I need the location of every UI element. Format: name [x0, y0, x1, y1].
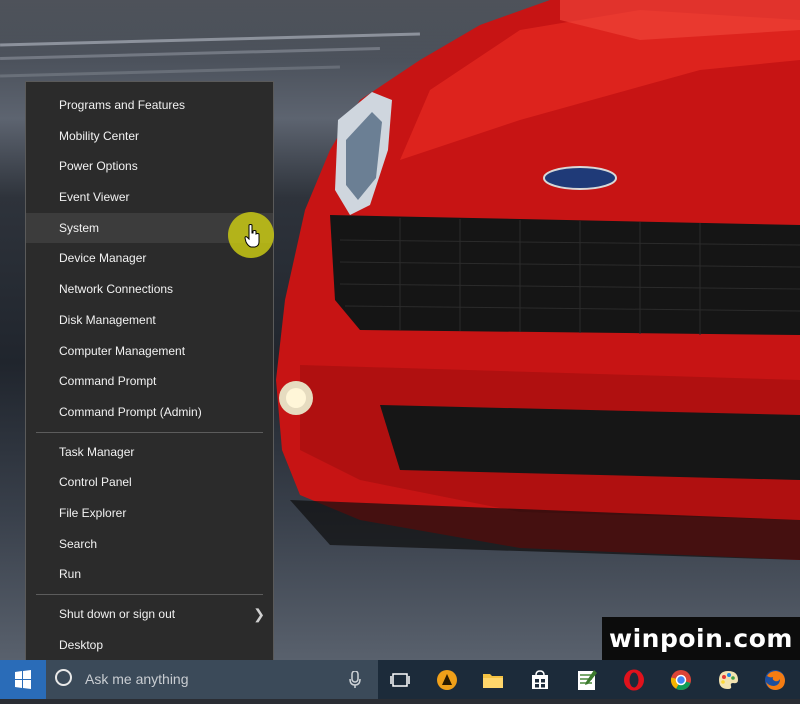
- menu-item-mobility-center[interactable]: Mobility Center: [26, 121, 273, 152]
- menu-item-file-explorer[interactable]: File Explorer: [26, 498, 273, 529]
- menu-item-event-viewer[interactable]: Event Viewer: [26, 182, 273, 213]
- menu-divider: [36, 594, 263, 595]
- menu-item-desktop[interactable]: Desktop: [26, 630, 273, 661]
- opera-icon[interactable]: [612, 660, 656, 699]
- menu-item-run[interactable]: Run: [26, 559, 273, 590]
- menu-item-task-manager[interactable]: Task Manager: [26, 437, 273, 468]
- menu-item-computer-management[interactable]: Computer Management: [26, 336, 273, 367]
- taskbar: Ask me anything: [0, 660, 800, 699]
- power-user-menu: Programs and Features Mobility Center Po…: [25, 81, 274, 667]
- menu-item-disk-management[interactable]: Disk Management: [26, 305, 273, 336]
- menu-item-command-prompt[interactable]: Command Prompt: [26, 366, 273, 397]
- menu-item-command-prompt-admin[interactable]: Command Prompt (Admin): [26, 397, 273, 428]
- aimp-icon[interactable]: [425, 660, 469, 699]
- file-explorer-icon[interactable]: [471, 660, 515, 699]
- firefox-icon[interactable]: [753, 660, 797, 699]
- microphone-icon[interactable]: [349, 671, 361, 689]
- menu-item-label: Shut down or sign out: [59, 607, 176, 621]
- chrome-icon[interactable]: [659, 660, 703, 699]
- watermark: winpoin.com: [602, 617, 800, 661]
- cortana-search-box[interactable]: Ask me anything: [46, 660, 378, 699]
- search-placeholder: Ask me anything: [85, 671, 189, 687]
- menu-divider: [36, 431, 263, 433]
- chevron-right-icon: ❯: [253, 606, 265, 622]
- menu-item-programs-and-features[interactable]: Programs and Features: [26, 90, 273, 121]
- menu-item-network-connections[interactable]: Network Connections: [26, 274, 273, 305]
- start-button[interactable]: [0, 660, 46, 699]
- hand-pointer-icon: [244, 224, 260, 248]
- store-icon[interactable]: [518, 660, 562, 699]
- menu-item-control-panel[interactable]: Control Panel: [26, 467, 273, 498]
- windows-logo-icon: [15, 670, 31, 689]
- notepad-icon[interactable]: [565, 660, 609, 699]
- menu-item-power-options[interactable]: Power Options: [26, 151, 273, 182]
- menu-item-shut-down-or-sign-out[interactable]: Shut down or sign out ❯: [26, 599, 273, 630]
- task-view-icon[interactable]: [378, 660, 422, 699]
- menu-item-search[interactable]: Search: [26, 529, 273, 560]
- cortana-icon: [55, 669, 72, 686]
- paint-icon[interactable]: [706, 660, 750, 699]
